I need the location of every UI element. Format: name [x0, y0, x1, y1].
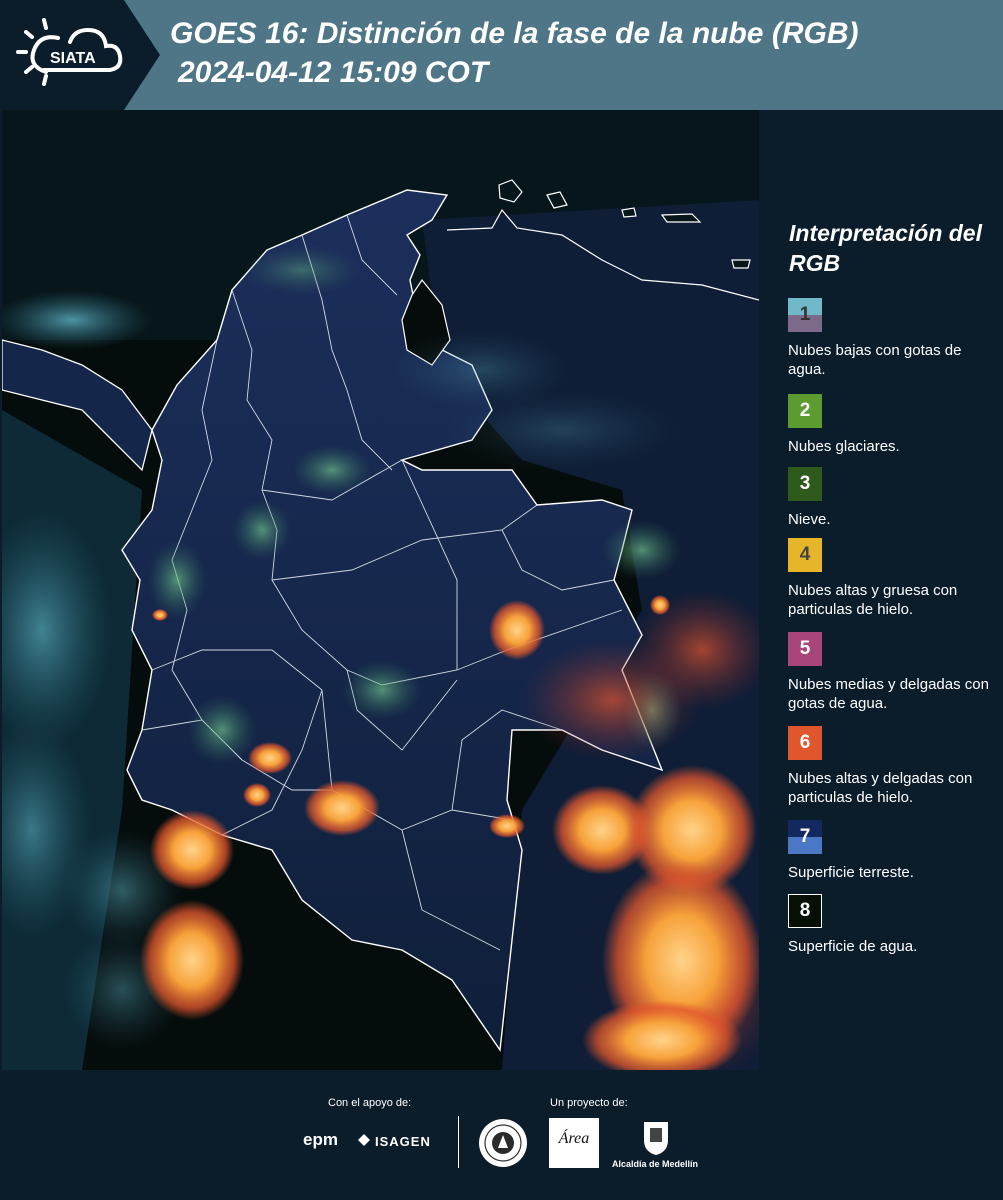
legend-label: Nubes glaciares.	[788, 438, 900, 455]
legend-label: Superficie de agua.	[788, 938, 918, 955]
footer-bar: Con el apoyo de: Un proyecto de: epm ISA…	[0, 1070, 1003, 1200]
legend-swatch-7: 7	[788, 820, 822, 854]
satellite-map[interactable]	[2, 110, 759, 1070]
isagen-icon	[358, 1134, 370, 1146]
project-label: Un proyecto de:	[550, 1097, 628, 1109]
legend-item-6: 6 Nubes altas y delgadas con particulas …	[788, 726, 998, 807]
epm-logo: epm	[303, 1130, 338, 1149]
legend-number: 3	[799, 473, 811, 494]
legend-swatch-3: 3	[788, 467, 822, 501]
legend-swatch-6: 6	[788, 726, 822, 760]
support-label: Con el apoyo de:	[328, 1097, 412, 1109]
legend-label: Nubes altas y delgadas con particulas de…	[788, 770, 973, 806]
legend-label: Superficie terreste.	[788, 864, 914, 881]
legend-label: Nieve.	[788, 511, 831, 528]
legend-item-3: 3 Nieve.	[788, 467, 998, 529]
legend-swatch-5: 5	[788, 632, 822, 666]
legend-label: Nubes bajas con gotas de agua.	[788, 342, 962, 378]
legend-swatch-2: 2	[788, 394, 822, 428]
legend-number: 5	[799, 638, 811, 659]
logo-text: SIATA	[50, 50, 96, 67]
siata-logo: SIATA	[0, 0, 160, 110]
university-seal-icon	[479, 1119, 527, 1167]
header-bar: SIATA GOES 16: Distinción de la fase de …	[0, 0, 1003, 110]
page-title: GOES 16: Distinción de la fase de la nub…	[170, 17, 859, 50]
sun-cloud-icon: SIATA	[16, 18, 123, 86]
legend-number: 1	[799, 304, 811, 325]
legend-panel: Interpretación del RGB 1 Nubes bajas con…	[759, 110, 1003, 1070]
footer-divider	[458, 1116, 459, 1168]
legend-number: 7	[799, 826, 811, 847]
legend-title: Interpretación del RGB	[789, 220, 982, 276]
legend-item-8: 8 Superficie de agua.	[788, 894, 998, 956]
rgb-composite-image	[2, 110, 759, 1070]
legend-number: 6	[799, 732, 811, 753]
medellin-coat-of-arms-icon	[644, 1122, 668, 1155]
legend-number: 4	[799, 544, 811, 565]
legend-label: Nubes medias y delgadas con gotas de agu…	[788, 676, 989, 712]
legend-item-1: 1 Nubes bajas con gotas de agua.	[788, 298, 998, 379]
legend-number: 2	[799, 400, 811, 421]
legend-item-7: 7 Superficie terreste.	[788, 820, 998, 882]
legend-swatch-4: 4	[788, 538, 822, 572]
area-metropolitana-logo: Área	[549, 1118, 599, 1168]
medellin-logo-text: Alcaldía de Medellín	[612, 1159, 699, 1169]
area-logo-text: Área	[558, 1130, 590, 1147]
legend-item-2: 2 Nubes glaciares.	[788, 394, 998, 456]
legend-item-4: 4 Nubes altas y gruesa con particulas de…	[788, 538, 998, 619]
legend-item-5: 5 Nubes medias y delgadas con gotas de a…	[788, 632, 998, 713]
legend-number: 8	[799, 900, 811, 921]
page-timestamp: 2024-04-12 15:09 COT	[178, 56, 489, 89]
legend-label: Nubes altas y gruesa con particulas de h…	[788, 582, 958, 618]
isagen-logo: ISAGEN	[375, 1134, 431, 1149]
legend-swatch-8: 8	[788, 894, 822, 928]
legend-swatch-1: 1	[788, 298, 822, 332]
